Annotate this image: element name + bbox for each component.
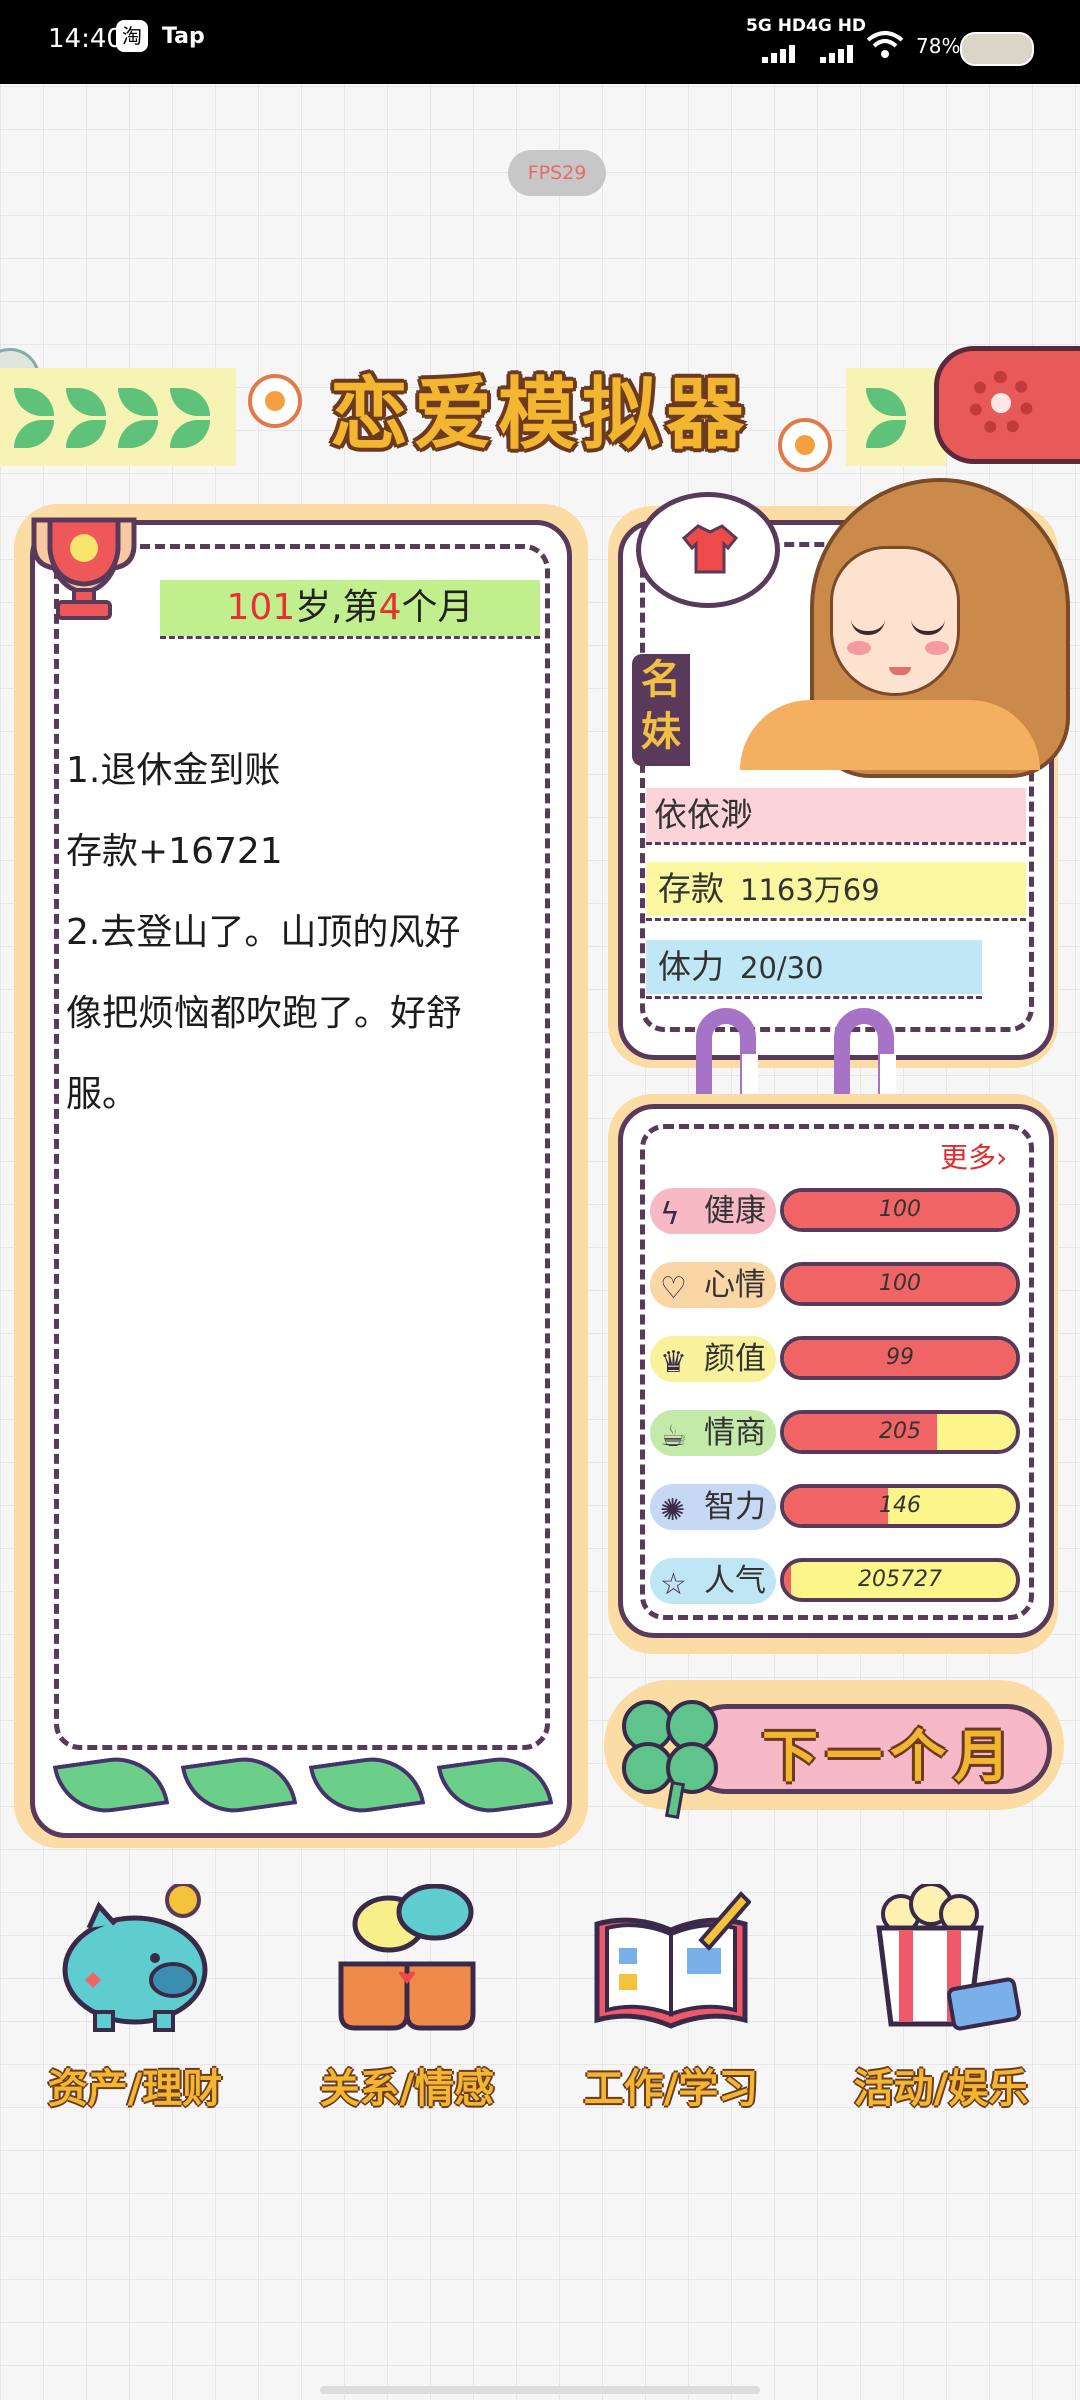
game-title: 恋爱模拟器 <box>329 370 750 460</box>
event-line: 服。 <box>66 1074 139 1115</box>
event-line: 像把烦恼都吹跑了。好舒 <box>66 993 463 1034</box>
stat-row: ϟ 健康 100 <box>650 1188 1030 1242</box>
shirt-icon[interactable] <box>682 520 738 576</box>
lightning-icon: ϟ <box>660 1197 680 1232</box>
stat-row: ☆ 人气 205727 <box>650 1558 1030 1612</box>
clover-icon <box>612 1686 732 1819</box>
stat-bar: 146 <box>780 1484 1020 1528</box>
savings-value: 1163万69 <box>740 873 880 907</box>
gear-icon <box>969 371 1033 435</box>
stamina-value: 20/30 <box>740 951 824 985</box>
next-month-label[interactable]: 下一个月 <box>740 1712 1040 1793</box>
game-date: 101岁,第4个月 <box>160 580 540 636</box>
menu-work[interactable]: 工作/学习 <box>556 1884 786 2124</box>
stat-label: 人气 <box>704 1563 766 1599</box>
network-5g-label: 5G HD <box>746 16 807 36</box>
piggy-bank-icon <box>62 1884 208 2032</box>
home-indicator[interactable] <box>320 2386 760 2394</box>
taobao-app-icon: 淘 <box>116 20 148 52</box>
character-name: 依依渺 <box>654 795 753 834</box>
stat-row: ♛ 颜值 99 <box>650 1336 1030 1390</box>
stamina-label: 体力 <box>658 947 724 986</box>
character-shoulders <box>740 700 1040 770</box>
lightbulb-icon: ✺ <box>660 1493 686 1528</box>
stat-bar: 100 <box>780 1188 1020 1232</box>
age-prefix: 岁,第 <box>295 587 379 628</box>
menu-label: 活动/娱乐 <box>853 2066 1029 2112</box>
stat-bar: 100 <box>780 1262 1020 1306</box>
savings-row: 存款 1163万69 <box>646 862 1026 916</box>
stat-label-pill: ☕ 情商 <box>650 1410 776 1456</box>
menu-entertainment[interactable]: 活动/娱乐 <box>826 1884 1056 2124</box>
stat-row: ☕ 情商 205 <box>650 1410 1030 1464</box>
stat-label: 心情 <box>704 1267 766 1303</box>
heart-icon: ♡ <box>660 1271 687 1306</box>
character-portrait[interactable] <box>830 546 960 696</box>
battery-icon <box>960 32 1034 66</box>
stat-row: ✺ 智力 146 <box>650 1484 1030 1538</box>
stat-label: 健康 <box>704 1193 766 1229</box>
character-tag: 名妹 <box>632 654 690 766</box>
star-icon: ☆ <box>660 1567 687 1602</box>
age-number: 101 <box>226 587 296 628</box>
stat-value: 100 <box>879 1271 921 1296</box>
tap-app-icon: Tap <box>162 24 205 49</box>
trophy-icon <box>31 517 137 620</box>
network-4g-label: 4G HD <box>806 16 867 36</box>
menu-relationships[interactable]: 关系/情感 <box>292 1884 522 2124</box>
month-number: 4 <box>378 587 402 628</box>
stat-label-pill: ♡ 心情 <box>650 1262 776 1308</box>
menu-label: 关系/情感 <box>319 2066 495 2112</box>
stat-value: 100 <box>879 1197 921 1222</box>
signal-bars-icon <box>762 44 802 66</box>
crown-icon: ♛ <box>660 1345 687 1380</box>
settings-button[interactable] <box>934 346 1080 464</box>
stat-bar: 99 <box>780 1336 1020 1380</box>
battery-percent: 78% <box>916 34 961 58</box>
fps-counter: FPS29 <box>508 150 606 196</box>
coffee-cups-icon <box>338 1884 476 2031</box>
menu-label: 工作/学习 <box>583 2066 759 2112</box>
wifi-icon <box>866 31 904 58</box>
stat-bar: 205 <box>780 1410 1020 1454</box>
menu-label: 资产/理财 <box>47 2066 223 2112</box>
month-suffix: 个月 <box>401 587 474 628</box>
event-line: 1.退休金到账 <box>66 750 281 791</box>
status-bar: 14:40 淘 Tap 5G HD 4G HD 78% <box>0 0 1080 84</box>
stat-label-pill: ✺ 智力 <box>650 1484 776 1530</box>
stat-row: ♡ 心情 100 <box>650 1262 1030 1316</box>
stat-label: 情商 <box>704 1415 766 1451</box>
signal-bars-icon-2 <box>820 44 860 66</box>
stat-label-pill: ϟ 健康 <box>650 1188 776 1234</box>
teacup-icon: ☕ <box>660 1419 687 1454</box>
stat-value: 99 <box>886 1345 914 1370</box>
stat-label: 颜值 <box>704 1341 766 1377</box>
stat-value: 205727 <box>858 1567 942 1592</box>
menu-assets[interactable]: 资产/理财 <box>20 1884 250 2124</box>
event-panel-border <box>54 544 550 1750</box>
popcorn-icon <box>876 1884 1021 2031</box>
more-stats-link[interactable]: 更多› <box>940 1136 1007 1176</box>
open-book-icon <box>594 1891 751 2029</box>
event-line: 存款+16721 <box>66 831 283 872</box>
status-time: 14:40 <box>48 24 123 54</box>
stamina-row: 体力 20/30 <box>646 940 982 994</box>
savings-label: 存款 <box>658 869 724 908</box>
stat-value: 205 <box>879 1419 921 1444</box>
event-log: 1.退休金到账 存款+16721 2.去登山了。山顶的风好 像把烦恼都吹跑了。好… <box>66 730 536 1135</box>
stat-bar: 205727 <box>780 1558 1020 1602</box>
character-name-row: 依依渺 <box>646 788 1026 842</box>
stat-label-pill: ♛ 颜值 <box>650 1336 776 1382</box>
stat-label-pill: ☆ 人气 <box>650 1558 776 1604</box>
stat-label: 智力 <box>704 1489 766 1525</box>
event-line: 2.去登山了。山顶的风好 <box>66 912 461 953</box>
stat-value: 146 <box>879 1493 921 1518</box>
